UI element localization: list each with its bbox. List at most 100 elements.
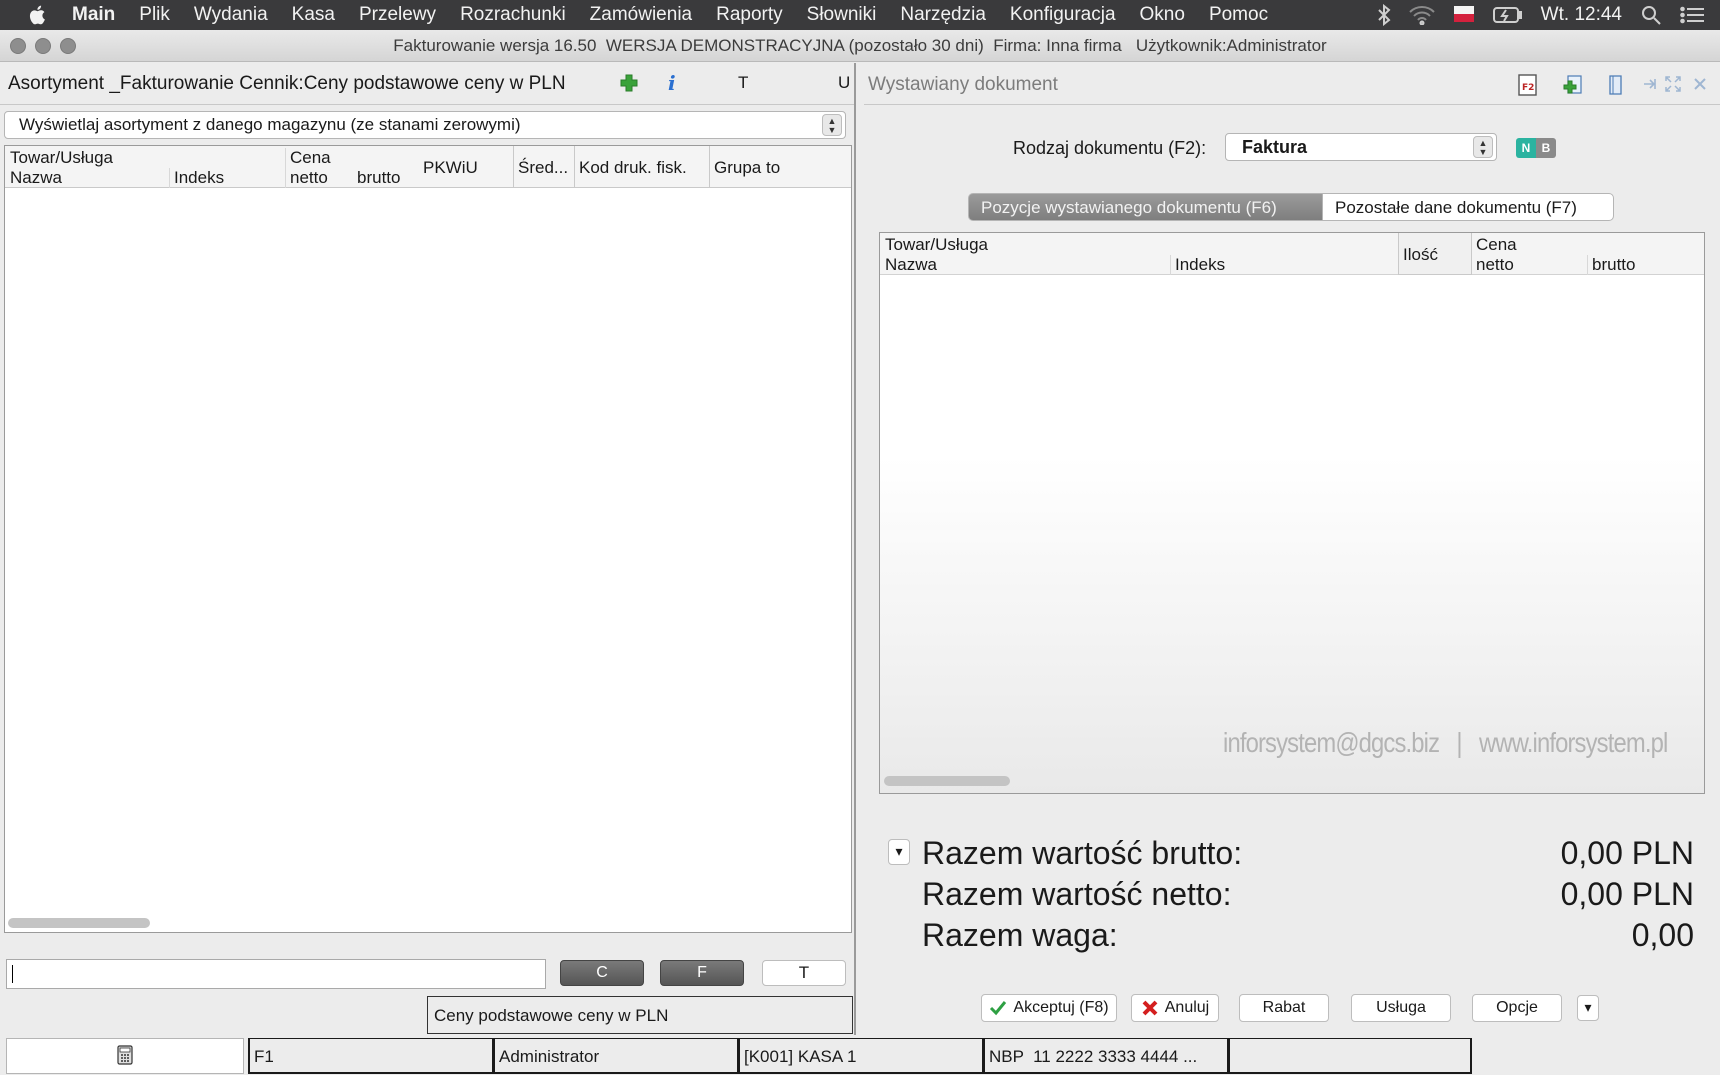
col-indeks[interactable]: Indeks — [169, 168, 224, 188]
bluetooth-icon[interactable] — [1377, 4, 1391, 26]
cancel-button-label: Anuluj — [1164, 999, 1210, 1016]
total-gross-label: Razem wartość brutto: — [922, 835, 1243, 871]
status-cash-register[interactable]: [K001] KASA 1 — [738, 1038, 984, 1074]
col-netto[interactable]: netto — [285, 168, 328, 188]
document-type-select[interactable]: Faktura ▲ ▼ — [1225, 133, 1497, 161]
col-towar-usluga: Towar/Usługa — [885, 235, 988, 254]
col-indeks[interactable]: Indeks — [1170, 255, 1225, 275]
flag-pl-icon[interactable] — [1453, 4, 1475, 26]
col-brutto[interactable]: brutto — [1587, 255, 1635, 275]
total-net-label: Razem wartość netto: — [922, 876, 1232, 912]
menu-okno[interactable]: Okno — [1140, 4, 1185, 26]
menu-plik[interactable]: Plik — [139, 4, 170, 26]
service-button-label: Usługa — [1376, 999, 1426, 1016]
add-icon[interactable] — [620, 74, 638, 92]
document-positions-table[interactable]: Towar/Usługa Nazwa Indeks Ilość Cena net… — [879, 232, 1705, 794]
total-net-value: 0,00 PLN — [1560, 876, 1694, 912]
close-window-button[interactable] — [10, 38, 26, 54]
menu-bar: Main Plik Wydania Kasa Przelewy Rozrachu… — [0, 0, 1720, 30]
text-caret — [12, 965, 13, 983]
discount-button[interactable]: Rabat — [1239, 994, 1329, 1022]
chevron-updown-icon[interactable]: ▲ ▼ — [822, 114, 842, 136]
menu-wydania[interactable]: Wydania — [194, 4, 268, 26]
calculator-button[interactable] — [6, 1038, 244, 1074]
menu-main[interactable]: Main — [72, 4, 115, 26]
warehouse-select-value: Wyświetlaj asortyment z danego magazynu … — [19, 115, 521, 134]
cancel-x-icon — [1142, 1000, 1158, 1016]
assortment-title: Asortyment _Fakturowanie Cennik:Ceny pod… — [8, 72, 566, 94]
accept-button[interactable]: Akceptuj (F8) — [981, 994, 1117, 1022]
info-icon[interactable]: i — [668, 71, 676, 95]
options-button-label: Opcje — [1496, 999, 1538, 1016]
menu-przelewy[interactable]: Przelewy — [359, 4, 436, 26]
chevron-updown-icon[interactable]: ▲ ▼ — [1473, 136, 1493, 158]
maximize-icon[interactable] — [1664, 75, 1682, 93]
horizontal-scrollbar[interactable] — [884, 776, 1010, 786]
menu-kasa[interactable]: Kasa — [292, 4, 335, 26]
total-weight-label: Razem waga: — [922, 917, 1118, 953]
col-brutto[interactable]: brutto — [353, 168, 400, 188]
warehouse-select[interactable]: Wyświetlaj asortyment z danego magazynu … — [4, 111, 846, 139]
watermark-contact: inforsystem@dgcs.biz | www.inforsystem.p… — [1223, 727, 1668, 758]
search-icon[interactable] — [1640, 4, 1662, 26]
col-pkwiu[interactable]: PKWiU — [419, 146, 514, 188]
issued-document-header: Wystawiany dokument F2 — [864, 63, 1720, 105]
close-icon[interactable] — [1692, 76, 1708, 92]
document-f2-icon[interactable]: F2 — [1517, 73, 1539, 97]
status-bank-account[interactable]: NBP 11 2222 3333 4444 ... — [983, 1038, 1229, 1074]
status-f1[interactable]: F1 — [248, 1038, 494, 1074]
col-grupa[interactable]: Grupa to — [710, 146, 851, 188]
clock[interactable]: Wt. 12:44 — [1541, 4, 1622, 26]
header-t-button[interactable]: T — [738, 73, 748, 93]
window-title: Fakturowanie wersja 16.50 WERSJA DEMONST… — [393, 35, 1327, 55]
col-netto[interactable]: netto — [1476, 255, 1514, 275]
battery-icon[interactable] — [1492, 6, 1523, 24]
horizontal-scrollbar[interactable] — [8, 918, 150, 928]
assortment-header: Asortyment _Fakturowanie Cennik:Ceny pod… — [0, 63, 854, 105]
col-cena: Cena — [1476, 235, 1517, 254]
col-nazwa[interactable]: Nazwa — [10, 168, 62, 188]
apple-icon[interactable] — [26, 3, 50, 27]
tab-other-document-data[interactable]: Pozostałe dane dokumentu (F7) — [1322, 193, 1614, 221]
pin-icon[interactable] — [1642, 76, 1658, 92]
tab-document-positions[interactable]: Pozycje wystawianego dokumentu (F6) — [968, 193, 1324, 221]
window-controls — [10, 38, 76, 54]
t-button[interactable]: T — [762, 960, 846, 986]
menu-pomoc[interactable]: Pomoc — [1209, 4, 1268, 26]
price-list-label: Ceny podstawowe ceny w PLN — [427, 996, 853, 1034]
col-kod-druk-fisk[interactable]: Kod druk. fisk. — [575, 146, 710, 188]
menu-slowniki[interactable]: Słowniki — [807, 4, 877, 26]
cancel-button[interactable]: Anuluj — [1131, 994, 1219, 1022]
col-ilosc[interactable]: Ilość — [1398, 233, 1472, 275]
menu-zamowienia[interactable]: Zamówienia — [590, 4, 692, 26]
menu-narzedzia[interactable]: Narzędzia — [900, 4, 986, 26]
minimize-window-button[interactable] — [35, 38, 51, 54]
options-button[interactable]: Opcje — [1472, 994, 1562, 1022]
document-type-value: Faktura — [1242, 137, 1308, 157]
menu-rozrachunki[interactable]: Rozrachunki — [460, 4, 566, 26]
calculator-icon — [117, 1045, 133, 1065]
menu-raporty[interactable]: Raporty — [716, 4, 783, 26]
status-empty — [1228, 1038, 1472, 1074]
menu-konfiguracja[interactable]: Konfiguracja — [1010, 4, 1116, 26]
checkmark-icon — [990, 1001, 1007, 1016]
add-document-icon[interactable] — [1560, 73, 1584, 97]
header-u-button[interactable]: U — [838, 73, 850, 93]
collapse-totals-button[interactable]: ▾ — [888, 839, 910, 865]
f-button[interactable]: F — [660, 960, 744, 986]
status-user: Administrator — [493, 1038, 739, 1074]
options-dropdown-icon[interactable]: ▾ — [1577, 995, 1599, 1021]
assortment-table[interactable]: Towar/Usługa Nazwa Indeks Cena netto bru… — [4, 145, 852, 933]
book-icon[interactable] — [1606, 73, 1626, 97]
col-nazwa[interactable]: Nazwa — [885, 255, 937, 275]
search-input[interactable] — [6, 959, 546, 989]
col-cena: Cena — [285, 148, 331, 168]
service-button[interactable]: Usługa — [1351, 994, 1451, 1022]
col-sredni[interactable]: Śred... — [514, 146, 575, 188]
badge-n[interactable]: N — [1516, 138, 1536, 158]
c-button[interactable]: C — [560, 960, 644, 986]
badge-b[interactable]: B — [1536, 138, 1556, 158]
zoom-window-button[interactable] — [60, 38, 76, 54]
wifi-icon[interactable] — [1408, 5, 1435, 25]
notification-center-icon[interactable] — [1680, 4, 1706, 26]
